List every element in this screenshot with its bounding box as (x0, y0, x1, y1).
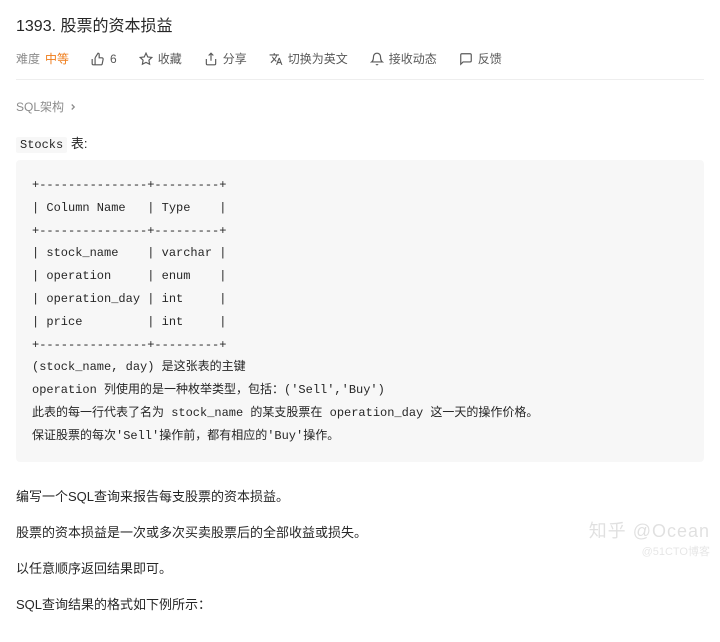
feedback-icon (459, 52, 473, 66)
paragraph-4: SQL查询结果的格式如下例所示： (16, 594, 704, 616)
favorite-button[interactable]: 收藏 (139, 50, 182, 67)
share-label: 分享 (223, 50, 247, 67)
share-button[interactable]: 分享 (204, 50, 247, 67)
switch-lang-label: 切换为英文 (288, 50, 348, 67)
table-name-code: Stocks (16, 137, 67, 153)
like-button[interactable]: 6 (91, 52, 117, 66)
feedback-label: 反馈 (478, 50, 502, 67)
subscribe-label: 接收动态 (389, 50, 437, 67)
problem-title: 1393. 股票的资本损益 (16, 12, 704, 36)
sql-schema-label: SQL架构 (16, 98, 64, 115)
subscribe-button[interactable]: 接收动态 (370, 50, 437, 67)
bell-icon (370, 52, 384, 66)
star-icon (139, 52, 153, 66)
translate-icon (269, 52, 283, 66)
difficulty-label: 难度 (16, 50, 40, 67)
thumbs-up-icon (91, 52, 105, 66)
schema-code-block: +---------------+---------+ | Column Nam… (16, 160, 704, 462)
difficulty: 难度 中等 (16, 50, 69, 67)
feedback-button[interactable]: 反馈 (459, 50, 502, 67)
paragraph-1: 编写一个SQL查询来报告每支股票的资本损益。 (16, 486, 704, 508)
switch-lang-button[interactable]: 切换为英文 (269, 50, 348, 67)
sql-schema-link[interactable]: SQL架构 (16, 98, 704, 115)
favorite-label: 收藏 (158, 50, 182, 67)
share-icon (204, 52, 218, 66)
table-suffix: 表: (67, 136, 87, 151)
action-bar: 难度 中等 6 收藏 分享 切换为英文 接收动态 反馈 (16, 50, 704, 80)
chevron-right-icon (68, 102, 78, 112)
difficulty-value: 中等 (45, 50, 69, 67)
paragraph-3: 以任意顺序返回结果即可。 (16, 558, 704, 580)
like-count: 6 (110, 52, 117, 66)
paragraph-2: 股票的资本损益是一次或多次买卖股票后的全部收益或损失。 (16, 522, 704, 544)
table-label: Stocks 表: (16, 133, 704, 152)
